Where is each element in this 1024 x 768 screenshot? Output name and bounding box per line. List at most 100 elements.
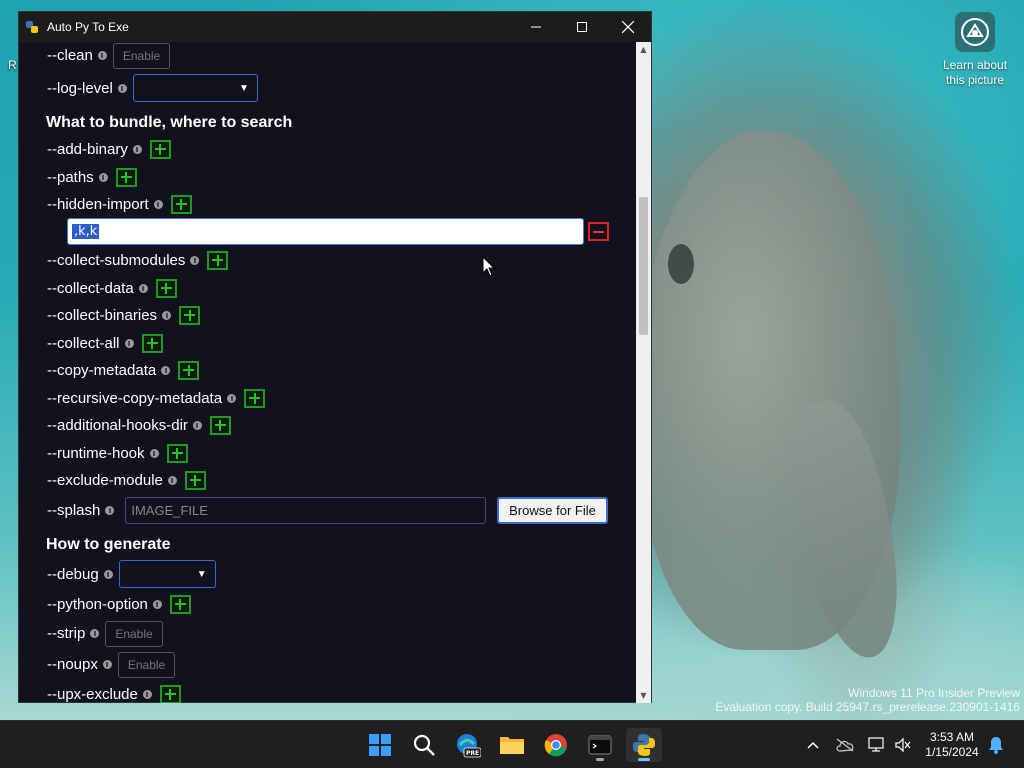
info-icon[interactable] bbox=[161, 365, 171, 375]
hidden-import-label: --hidden-import bbox=[47, 195, 149, 213]
collect-binaries-plus-button[interactable] bbox=[179, 305, 201, 325]
maximize-button[interactable] bbox=[559, 12, 605, 42]
info-icon[interactable] bbox=[190, 255, 200, 265]
copy-metadata-row: --copy-metadata bbox=[47, 359, 200, 381]
info-icon[interactable] bbox=[138, 283, 148, 293]
auto-py-to-exe-window: Auto Py To Exe --clean Enable --log-leve… bbox=[18, 11, 652, 703]
title-bar[interactable]: Auto Py To Exe bbox=[19, 12, 651, 42]
windows-start-button[interactable] bbox=[362, 728, 398, 762]
noupx-enable-button[interactable]: Enable bbox=[117, 651, 176, 678]
network-tray-button[interactable] bbox=[866, 733, 888, 757]
scroll-up-icon[interactable]: ▲ bbox=[636, 42, 651, 57]
info-icon[interactable] bbox=[98, 172, 108, 182]
python-option-plus-button[interactable] bbox=[169, 594, 191, 614]
learn-about-picture-desktop-icon[interactable]: Learn about this picture bbox=[938, 12, 1012, 88]
terminal-icon bbox=[588, 735, 612, 755]
runtime-hook-plus-button[interactable] bbox=[166, 443, 188, 463]
section-heading-bundle: What to bundle, where to search bbox=[46, 114, 293, 131]
active-indicator bbox=[638, 758, 650, 761]
hidden-import-remove-button[interactable] bbox=[588, 222, 609, 241]
recursive-copy-metadata-row: --recursive-copy-metadata bbox=[47, 387, 266, 409]
file-explorer-button[interactable] bbox=[494, 728, 530, 762]
options-panel: --clean Enable --log-level ▼ What to bun… bbox=[19, 42, 637, 703]
scroll-down-icon[interactable]: ▼ bbox=[636, 688, 651, 703]
hidden-import-plus-button[interactable] bbox=[170, 194, 192, 214]
python-option-label: --python-option bbox=[47, 595, 148, 613]
info-icon[interactable] bbox=[142, 689, 152, 699]
info-icon[interactable] bbox=[117, 83, 127, 93]
desktop-icon-label-line1: Learn about bbox=[942, 58, 1008, 72]
minimize-button[interactable] bbox=[513, 12, 559, 42]
taskbar-clock[interactable]: 3:53 AM 1/15/2024 bbox=[918, 730, 986, 760]
info-icon[interactable] bbox=[105, 506, 115, 515]
info-icon[interactable] bbox=[103, 569, 113, 579]
chevron-down-icon: ▼ bbox=[196, 569, 207, 580]
info-icon[interactable] bbox=[153, 199, 163, 209]
debug-select[interactable]: ▼ bbox=[118, 560, 216, 588]
log-level-select[interactable]: ▼ bbox=[132, 74, 258, 102]
collect-all-plus-button[interactable] bbox=[141, 333, 163, 353]
info-icon[interactable] bbox=[162, 310, 172, 320]
info-icon[interactable] bbox=[90, 629, 100, 638]
collect-data-plus-button[interactable] bbox=[155, 278, 177, 298]
info-icon[interactable] bbox=[102, 660, 112, 669]
add-binary-plus-button[interactable] bbox=[149, 139, 171, 159]
clean-row: --clean Enable bbox=[47, 42, 171, 69]
exclude-module-row: --exclude-module bbox=[47, 469, 206, 491]
noupx-label: --noupx bbox=[47, 656, 98, 673]
upx-exclude-label: --upx-exclude bbox=[47, 685, 138, 703]
vertical-scrollbar[interactable]: ▲ ▼ bbox=[636, 42, 651, 703]
exclude-module-plus-button[interactable] bbox=[184, 470, 206, 490]
splash-label: --splash bbox=[47, 502, 101, 519]
edge-pre-button[interactable]: PRE bbox=[450, 728, 486, 762]
info-icon[interactable] bbox=[167, 475, 177, 485]
upx-exclude-plus-button[interactable] bbox=[159, 684, 181, 703]
info-icon[interactable] bbox=[152, 599, 162, 609]
hidden-import-row: --hidden-import bbox=[47, 193, 192, 215]
info-icon[interactable] bbox=[132, 144, 142, 154]
copy-metadata-plus-button[interactable] bbox=[178, 360, 200, 380]
onedrive-tray-button[interactable] bbox=[834, 733, 856, 757]
additional-hooks-dir-plus-button[interactable] bbox=[209, 415, 231, 435]
splash-row: --splash IMAGE_FILE bbox=[47, 497, 487, 524]
notifications-button[interactable] bbox=[986, 733, 1006, 757]
recursive-copy-metadata-plus-button[interactable] bbox=[244, 388, 266, 408]
collect-data-row: --collect-data bbox=[47, 277, 177, 299]
python-app-button[interactable] bbox=[626, 728, 662, 762]
close-button[interactable] bbox=[605, 12, 651, 42]
hidden-import-value: ,k,k bbox=[72, 224, 100, 239]
exclude-module-label: --exclude-module bbox=[47, 471, 163, 489]
terminal-button[interactable] bbox=[582, 728, 618, 762]
log-level-label: --log-level bbox=[47, 79, 113, 97]
info-icon[interactable] bbox=[149, 448, 159, 458]
hidden-import-input[interactable]: ,k,k bbox=[67, 218, 584, 245]
runtime-hook-row: --runtime-hook bbox=[47, 442, 188, 464]
paths-plus-button[interactable] bbox=[115, 167, 137, 187]
search-button[interactable] bbox=[406, 728, 442, 762]
info-icon[interactable] bbox=[227, 393, 237, 403]
splash-file-input[interactable]: IMAGE_FILE bbox=[125, 497, 487, 524]
recursive-copy-metadata-label: --recursive-copy-metadata bbox=[47, 389, 223, 407]
chevron-up-icon bbox=[807, 741, 819, 749]
network-icon bbox=[868, 737, 884, 752]
collect-data-label: --collect-data bbox=[47, 279, 134, 297]
desktop-icon-label-line2: this picture bbox=[945, 73, 1005, 87]
scrollbar-thumb[interactable] bbox=[639, 197, 648, 335]
clock-time: 3:53 AM bbox=[929, 730, 975, 744]
volume-tray-button[interactable] bbox=[892, 733, 914, 757]
info-icon[interactable] bbox=[124, 338, 134, 348]
edge-pre-icon: PRE bbox=[457, 734, 481, 758]
noupx-row: --noupx Enable bbox=[47, 651, 176, 678]
chrome-button[interactable] bbox=[538, 728, 574, 762]
strip-enable-button[interactable]: Enable bbox=[105, 620, 163, 647]
copy-metadata-label: --copy-metadata bbox=[47, 361, 157, 379]
runtime-hook-label: --runtime-hook bbox=[47, 444, 145, 462]
collect-submodules-plus-button[interactable] bbox=[207, 250, 229, 270]
collect-binaries-row: --collect-binaries bbox=[47, 304, 201, 326]
info-icon[interactable] bbox=[97, 51, 107, 60]
add-binary-label: --add-binary bbox=[47, 140, 128, 158]
clean-enable-button[interactable]: Enable bbox=[112, 42, 171, 69]
info-icon[interactable] bbox=[192, 420, 202, 430]
show-hidden-icons-button[interactable] bbox=[804, 733, 822, 757]
browse-for-file-button[interactable]: Browse for File bbox=[497, 497, 608, 524]
